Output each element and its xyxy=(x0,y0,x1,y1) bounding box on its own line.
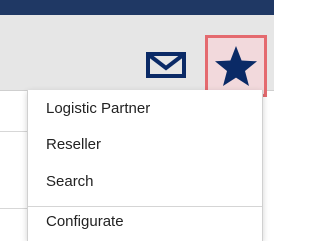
menu-divider xyxy=(28,206,262,207)
envelope-icon xyxy=(146,52,186,78)
favorites-dropdown-menu: Logistic Partner Reseller Search Configu… xyxy=(27,90,263,241)
favorites-star-button[interactable] xyxy=(205,35,267,97)
toolbar xyxy=(0,15,274,97)
menu-item-reseller[interactable]: Reseller xyxy=(46,136,101,153)
menu-item-logistic-partner[interactable]: Logistic Partner xyxy=(46,100,150,117)
mail-button[interactable] xyxy=(145,51,187,79)
background-divider xyxy=(0,208,30,209)
background-divider xyxy=(0,131,30,132)
menu-item-search[interactable]: Search xyxy=(46,173,94,190)
menu-item-configurate[interactable]: Configurate xyxy=(46,213,124,230)
top-header-bar xyxy=(0,0,274,15)
star-icon xyxy=(215,46,257,86)
app-frame: Logistic Partner Reseller Search Configu… xyxy=(0,0,274,241)
